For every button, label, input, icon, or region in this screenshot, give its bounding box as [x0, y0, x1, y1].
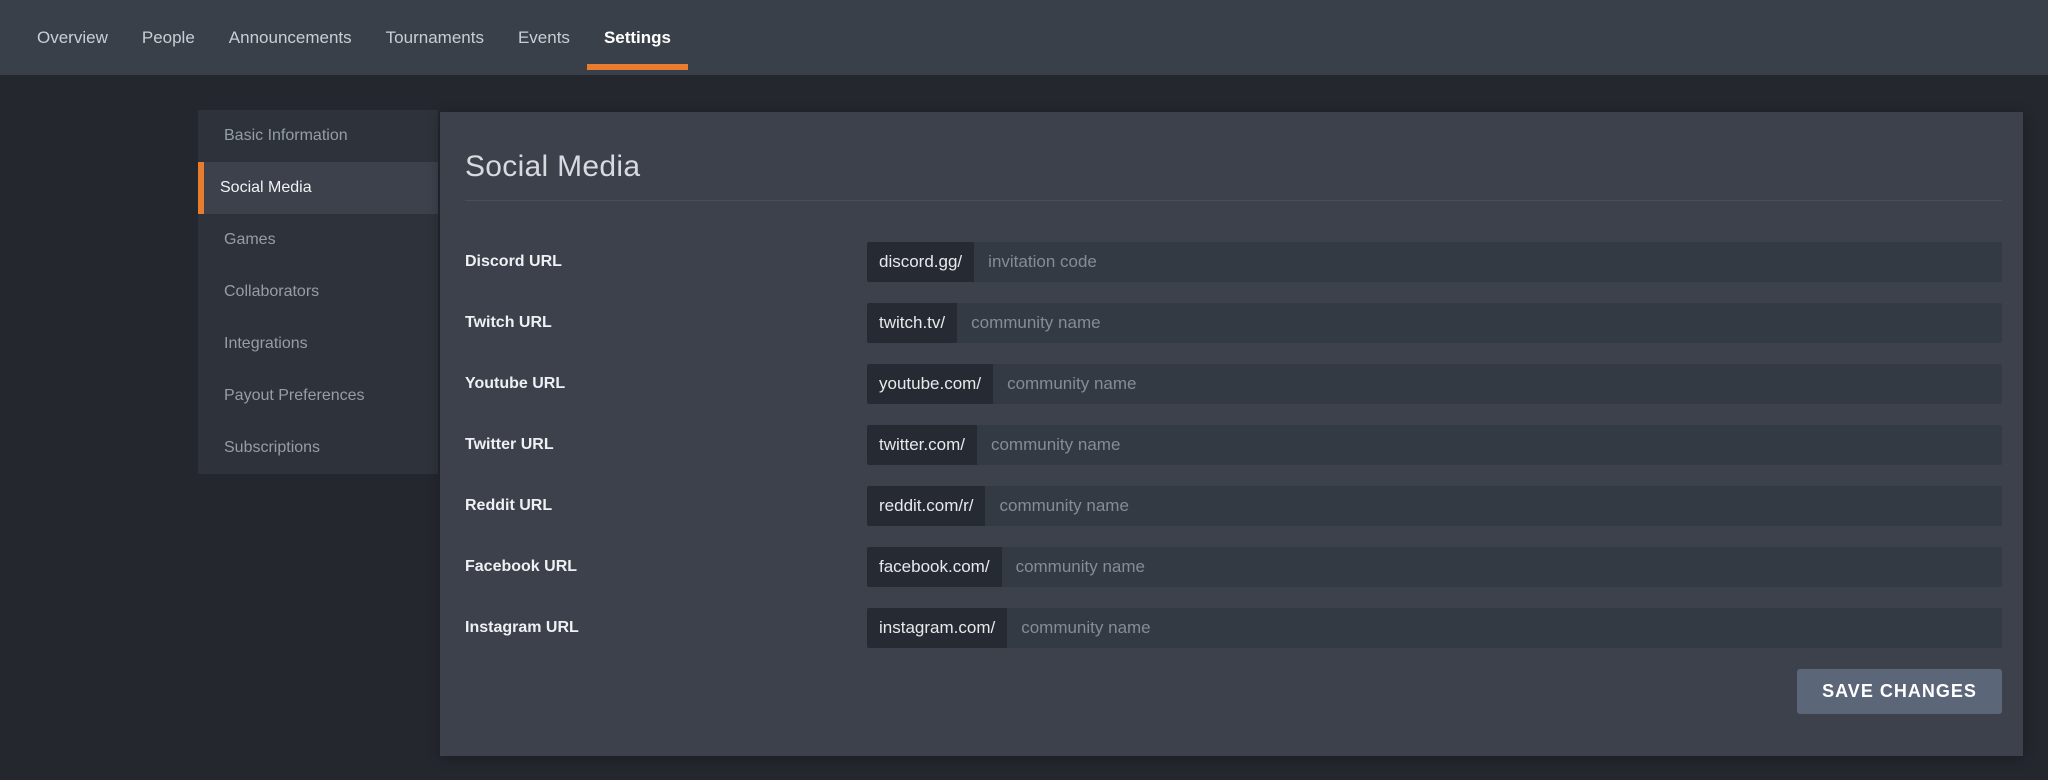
url-prefix: twitch.tv/ — [867, 303, 958, 343]
form-field-row: Instagram URL instagram.com/ — [465, 608, 2002, 648]
field-label: Facebook URL — [465, 558, 578, 575]
reddit-url-input[interactable] — [985, 486, 2002, 526]
youtube-url-input[interactable] — [993, 364, 2002, 404]
nav-item-settings[interactable]: Settings — [586, 0, 689, 75]
sidebar-item-subscriptions[interactable]: Subscriptions — [198, 422, 438, 474]
save-changes-button[interactable]: SAVE CHANGES — [1797, 669, 2002, 714]
url-input-group: discord.gg/ — [867, 242, 2002, 282]
nav-item-announcements[interactable]: Announcements — [212, 0, 369, 75]
nav-item-label: Announcements — [228, 27, 352, 47]
form-field-row: Twitter URL twitter.com/ — [465, 425, 2002, 465]
url-input-group: reddit.com/r/ — [867, 486, 2002, 526]
url-prefix: reddit.com/r/ — [867, 486, 986, 526]
field-label: Discord URL — [465, 253, 562, 270]
form-field-row: Discord URL discord.gg/ — [465, 242, 2002, 282]
field-label: Twitter URL — [465, 436, 554, 453]
sidebar-item-integrations[interactable]: Integrations — [198, 318, 438, 370]
facebook-url-input[interactable] — [1001, 547, 2002, 587]
nav-item-people[interactable]: People — [125, 0, 212, 75]
nav-item-overview[interactable]: Overview — [20, 0, 125, 75]
instagram-url-input[interactable] — [1007, 608, 2002, 648]
field-label: Instagram URL — [465, 619, 579, 636]
url-prefix: twitter.com/ — [867, 425, 977, 465]
form-field-row: Reddit URL reddit.com/r/ — [465, 486, 2002, 526]
sidebar-item-label: Basic Information — [224, 127, 348, 144]
nav-item-label: Settings — [603, 27, 671, 47]
sidebar-item-social-media[interactable]: Social Media — [198, 162, 438, 214]
settings-sidebar: Basic Information Social Media Games Col… — [198, 110, 438, 474]
social-media-form: Discord URL discord.gg/ Twitch URL twitc… — [465, 242, 2002, 648]
nav-item-label: Overview — [37, 27, 108, 47]
nav-item-events[interactable]: Events — [501, 0, 587, 75]
form-field-row: Youtube URL youtube.com/ — [465, 364, 2002, 404]
nav-item-label: Events — [517, 27, 570, 47]
page-title: Social Media — [465, 150, 641, 183]
sidebar-item-label: Subscriptions — [224, 439, 321, 456]
save-row: SAVE CHANGES — [465, 669, 2002, 714]
form-field-row: Facebook URL facebook.com/ — [465, 547, 2002, 587]
nav-item-label: People — [141, 27, 195, 47]
nav-item-label: Tournaments — [385, 27, 484, 47]
field-label: Youtube URL — [465, 375, 566, 392]
twitter-url-input[interactable] — [976, 425, 2002, 465]
sidebar-item-games[interactable]: Games — [198, 214, 438, 266]
discord-url-input[interactable] — [974, 242, 2002, 282]
title-divider — [465, 200, 2002, 201]
field-label: Twitch URL — [465, 314, 552, 331]
sidebar-item-label: Payout Preferences — [224, 387, 365, 404]
twitch-url-input[interactable] — [957, 303, 2002, 343]
sidebar-item-label: Social Media — [220, 179, 312, 196]
url-input-group: twitch.tv/ — [867, 303, 2002, 343]
url-input-group: facebook.com/ — [867, 547, 2002, 587]
url-prefix: facebook.com/ — [867, 547, 1002, 587]
form-field-row: Twitch URL twitch.tv/ — [465, 303, 2002, 343]
sidebar-item-label: Games — [224, 231, 276, 248]
sidebar-item-collaborators[interactable]: Collaborators — [198, 266, 438, 318]
url-input-group: youtube.com/ — [867, 364, 2002, 404]
social-media-panel: Social Media Discord URL discord.gg/ Twi… — [440, 112, 2023, 756]
url-prefix: discord.gg/ — [867, 242, 975, 282]
field-label: Reddit URL — [465, 497, 553, 514]
url-prefix: youtube.com/ — [867, 364, 994, 404]
sidebar-item-label: Integrations — [224, 335, 308, 352]
sidebar-item-basic-information[interactable]: Basic Information — [198, 110, 438, 162]
sidebar-item-payout-preferences[interactable]: Payout Preferences — [198, 370, 438, 422]
nav-item-tournaments[interactable]: Tournaments — [369, 0, 501, 75]
top-nav: Overview People Announcements Tournament… — [0, 0, 2048, 75]
sidebar-item-label: Collaborators — [224, 283, 320, 300]
url-input-group: twitter.com/ — [867, 425, 2002, 465]
url-input-group: instagram.com/ — [867, 608, 2002, 648]
url-prefix: instagram.com/ — [867, 608, 1008, 648]
